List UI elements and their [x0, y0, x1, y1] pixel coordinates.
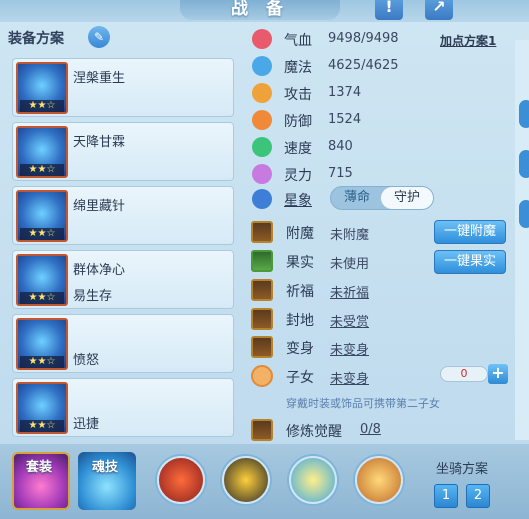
stat-value: 1374 — [328, 85, 362, 100]
mount-plan-2-button[interactable]: 2 — [466, 484, 490, 508]
stat-row-attack: 攻击 1374 — [250, 82, 510, 104]
blessing-icon — [251, 279, 273, 301]
soul-skill-label: 魂技 — [92, 460, 119, 475]
stat-value: 715 — [328, 166, 353, 181]
stat-row-speed: 速度 840 — [250, 136, 510, 158]
suit-label: 套装 — [26, 460, 53, 475]
fief-icon — [251, 308, 273, 330]
plan-stars: ★★☆ — [20, 228, 64, 240]
attr-label: 封地 — [286, 313, 314, 329]
sword-icon — [252, 83, 272, 103]
plan-portrait: ★★☆ — [16, 126, 68, 178]
attr-value[interactable]: 0/8 — [360, 422, 381, 437]
stat-value: 840 — [328, 139, 353, 154]
plan-name: 涅槃重生 — [73, 71, 126, 86]
plan-stars: ★★☆ — [20, 164, 64, 176]
diamond-icon — [252, 56, 272, 76]
plan-stars: ★★☆ — [20, 292, 64, 304]
skill-slot-3[interactable] — [289, 456, 337, 504]
plan-stars: ★★☆ — [20, 100, 64, 112]
plan-portrait: ★★☆ — [16, 190, 68, 242]
plan-name: 天降甘霖 — [73, 135, 126, 150]
child-icon — [251, 365, 273, 387]
stat-row-hp: 气血 9498/9498 — [250, 28, 510, 50]
star-icon — [252, 189, 272, 209]
constellation-toggle[interactable]: 薄命 守护 — [330, 186, 434, 210]
skill-slot-4[interactable] — [355, 456, 403, 504]
add-child-button[interactable]: + — [488, 364, 508, 384]
plan-portrait: ★★☆ — [16, 382, 68, 434]
edit-plan-icon[interactable]: ✎ — [88, 26, 110, 48]
attr-value[interactable]: 未祈福 — [330, 282, 369, 301]
plan-name: 群体净心 — [73, 263, 126, 278]
attr-value[interactable]: 未变身 — [330, 368, 369, 387]
skill-slot-1[interactable] — [157, 456, 205, 504]
attr-label: 变身 — [286, 341, 314, 357]
side-tab-1[interactable] — [519, 100, 529, 128]
cultivation-icon — [251, 419, 273, 441]
stat-row-spirit: 灵力 715 — [250, 163, 510, 185]
heart-icon — [252, 29, 272, 49]
shield-icon — [252, 110, 272, 130]
fruit-icon — [251, 250, 273, 272]
equip-plan-card-1[interactable]: ★★☆ 涅槃重生 — [12, 58, 234, 117]
plan-stars: ★★☆ — [20, 420, 64, 432]
transform-icon — [251, 336, 273, 358]
stat-label: 防御 — [284, 114, 312, 130]
plan-stars: ★★☆ — [20, 356, 64, 368]
attr-value: 未使用 — [330, 257, 370, 272]
toggle-option-a[interactable]: 薄命 — [331, 187, 383, 209]
stat-label: 魔法 — [284, 60, 312, 76]
side-tab-2[interactable] — [519, 150, 529, 178]
fruit-all-button[interactable]: 一键果实 — [434, 250, 506, 274]
window-title: 战 备 — [180, 0, 340, 20]
child-counter: 0 — [440, 366, 488, 382]
plan-portrait: ★★☆ — [16, 318, 68, 370]
plan-name-secondary: 迅捷 — [73, 417, 100, 432]
equip-plan-header: 装备方案 — [8, 31, 64, 47]
plan-name-secondary: 易生存 — [73, 289, 113, 304]
stat-label: 速度 — [284, 141, 312, 157]
stat-value: 9498/9498 — [328, 31, 399, 46]
spirit-icon — [252, 164, 272, 184]
stat-row-mp: 魔法 4625/4625 — [250, 55, 510, 77]
side-tab-3[interactable] — [519, 200, 529, 228]
stat-value: 1524 — [328, 112, 362, 127]
toggle-option-b[interactable]: 守护 — [381, 187, 433, 209]
equip-plan-card-2[interactable]: ★★☆ 天降甘霖 — [12, 122, 234, 181]
mount-plan-1-button[interactable]: 1 — [434, 484, 458, 508]
stat-row-defense: 防御 1524 — [250, 109, 510, 131]
stat-label[interactable]: 星象 — [284, 190, 312, 210]
plan-name: 绵里藏针 — [73, 199, 126, 214]
attr-label: 果实 — [286, 255, 314, 271]
attr-label: 附魔 — [286, 226, 314, 242]
equip-plan-card-6[interactable]: ★★☆ 迅捷 — [12, 378, 234, 437]
attr-label: 子女 — [286, 370, 314, 386]
stat-label: 灵力 — [284, 168, 312, 184]
attr-value[interactable]: 未受赏 — [330, 311, 369, 330]
attr-value[interactable]: 未变身 — [330, 339, 369, 358]
equip-plan-card-4[interactable]: ★★☆ 群体净心 易生存 — [12, 250, 234, 309]
help-icon[interactable]: ! — [375, 0, 403, 20]
attr-value: 未附魔 — [330, 228, 370, 243]
mount-plan-label: 坐骑方案 — [436, 462, 489, 477]
attr-label: 修炼觉醒 — [286, 424, 342, 440]
enchant-icon — [251, 221, 273, 243]
enchant-all-button[interactable]: 一键附魔 — [434, 220, 506, 244]
lightning-icon — [252, 137, 272, 157]
plan-portrait: ★★☆ — [16, 254, 68, 306]
attr-label: 祈福 — [286, 284, 314, 300]
stat-label: 攻击 — [284, 87, 312, 103]
plan-portrait: ★★☆ — [16, 62, 68, 114]
stat-label: 气血 — [284, 33, 312, 49]
share-icon[interactable]: ↗ — [425, 0, 453, 20]
stat-value: 4625/4625 — [328, 58, 399, 73]
equip-plan-card-5[interactable]: ★★☆ 愤怒 — [12, 314, 234, 373]
child-hint-text: 穿戴时装或饰品可携带第二子女 — [286, 397, 440, 410]
equip-plan-card-3[interactable]: ★★☆ 绵里藏针 — [12, 186, 234, 245]
plan-name-secondary: 愤怒 — [73, 353, 100, 368]
skill-slot-2[interactable] — [222, 456, 270, 504]
